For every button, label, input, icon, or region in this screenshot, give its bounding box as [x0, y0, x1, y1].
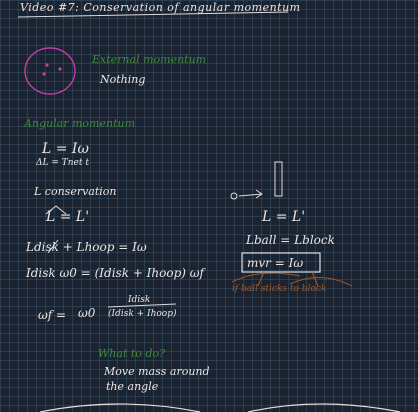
bottom-arc-left [39, 403, 201, 412]
section-angular: Angular momentum [24, 117, 135, 130]
magenta-dot [42, 72, 46, 76]
eq-wf-w0: ω0 [78, 306, 96, 320]
eq-left-2: Idisk ω0 = (Idisk + Ihoop) ωf [26, 266, 204, 280]
ink-strokes [17, 11, 401, 412]
whiteboard-canvas[interactable]: Video #7: Conservation of angular moment… [0, 0, 418, 412]
eq-right-ball: Lball = Lblock [246, 233, 335, 247]
move-mass-line-2: the angle [106, 380, 159, 393]
bottom-arc-right [247, 403, 401, 412]
eq-wf-numerator: Idisk [128, 295, 151, 305]
section-what: What to do? [98, 347, 165, 360]
move-mass-line-1: Move mass around [104, 365, 210, 378]
block-shape [274, 161, 283, 197]
eq-wf-denominator: (Idisk + Ihoop) [108, 309, 177, 319]
eq-L: L = Iω [42, 141, 89, 157]
eq-LL-left: L = L' [46, 209, 90, 225]
eq-wf-lhs: ωf = [38, 308, 67, 322]
conservation-text: L conservation [34, 185, 117, 198]
section-external: External momentum [92, 53, 207, 66]
magenta-circle [24, 47, 76, 95]
eq-right-boxed: mvr = Iω [247, 256, 304, 270]
magenta-dot [58, 67, 62, 71]
magenta-dot [45, 63, 49, 67]
page-title: Video #7: Conservation of angular moment… [20, 1, 301, 14]
eq-left-1: Ldisk + Lhoop = Iω [26, 240, 147, 254]
eq-LL-right: L = L' [262, 209, 306, 225]
nothing-text: Nothing [100, 73, 146, 86]
orange-note: if ball sticks to block [232, 284, 327, 294]
ball-shape [230, 192, 238, 200]
eq-dL: ΔL = Tnet t [36, 158, 89, 168]
orange-stroke [231, 272, 301, 283]
